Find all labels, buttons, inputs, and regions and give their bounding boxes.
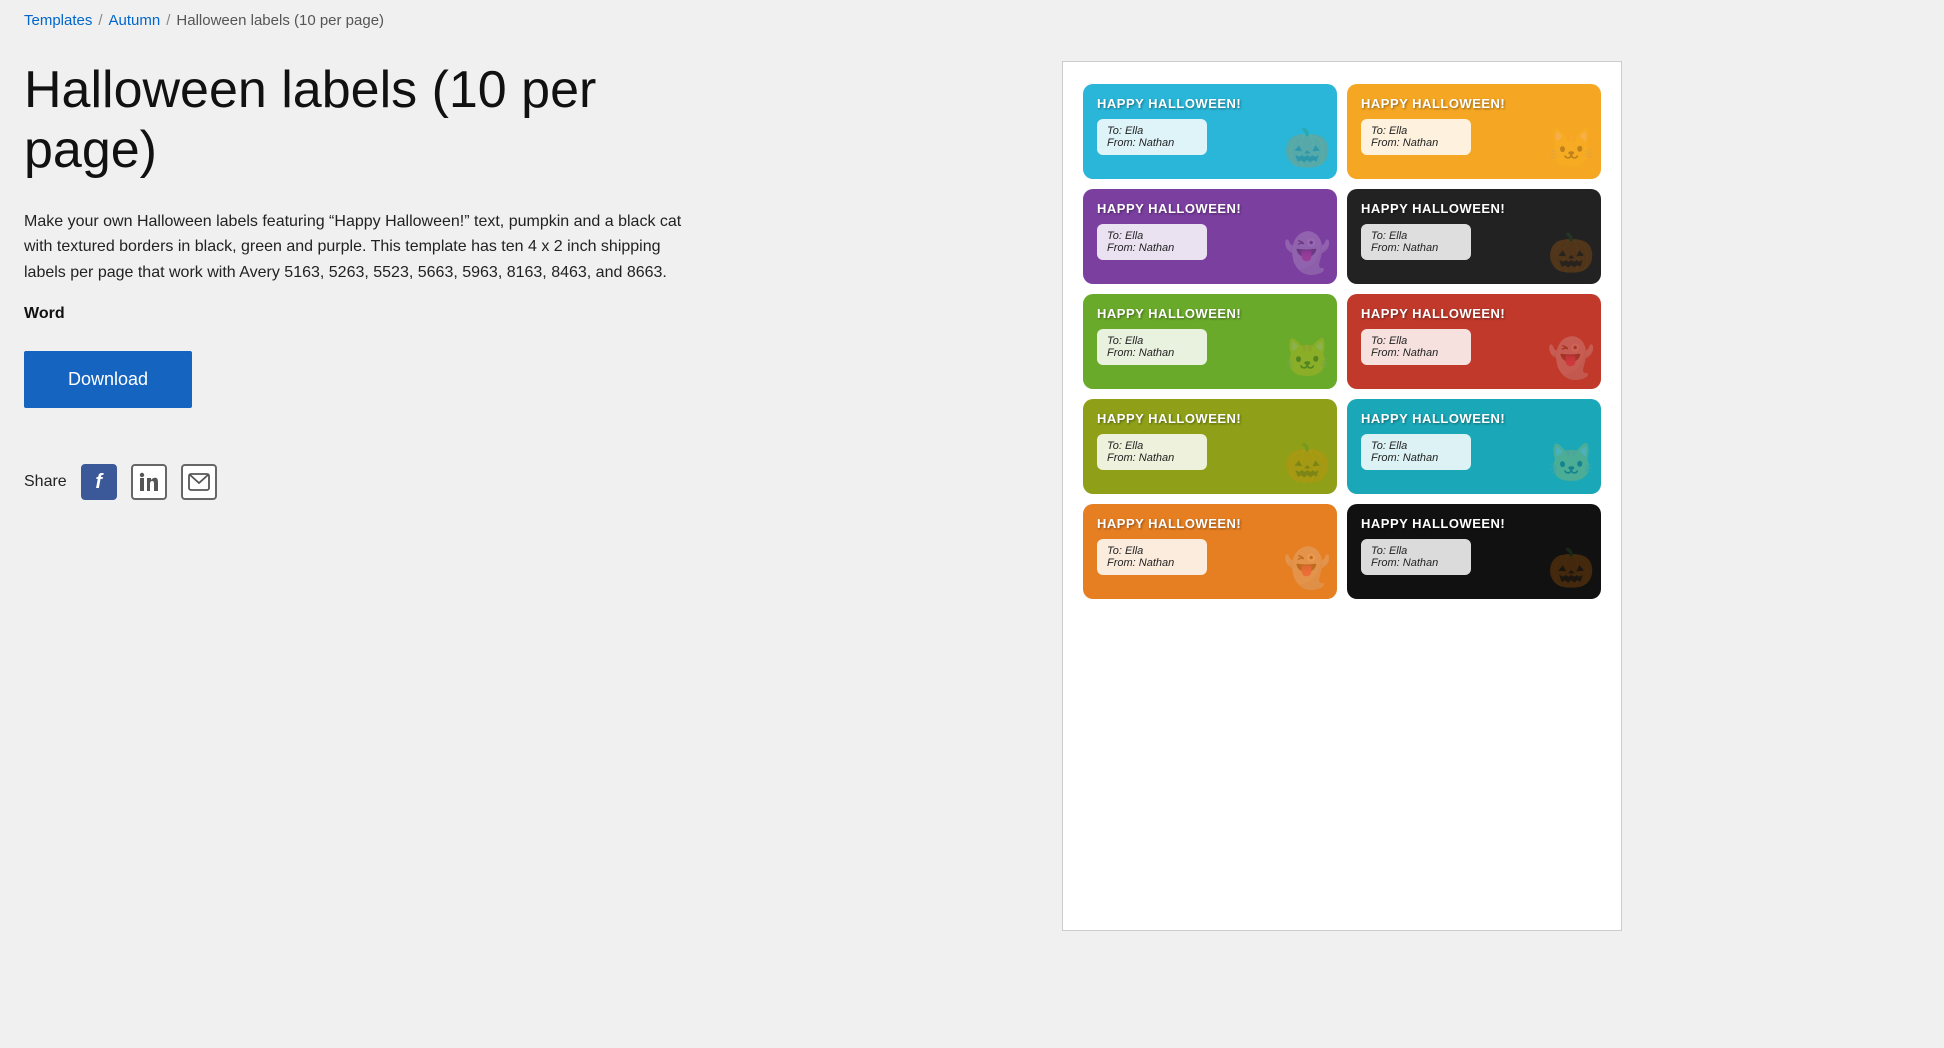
label-to-1: To: Ella — [1107, 125, 1197, 137]
deco-7: 🎃 — [1284, 442, 1331, 486]
label-inner-4: To: Ella From: Nathan — [1361, 224, 1471, 260]
breadcrumb-autumn[interactable]: Autumn — [109, 12, 161, 29]
label-inner-10: To: Ella From: Nathan — [1361, 539, 1471, 575]
label-to-2: To: Ella — [1371, 125, 1461, 137]
label-title-8: HAPPY HALLOWEEN! — [1361, 411, 1587, 426]
label-title-10: HAPPY HALLOWEEN! — [1361, 516, 1587, 531]
label-title-7: HAPPY HALLOWEEN! — [1097, 411, 1323, 426]
label-from-3: From: Nathan — [1107, 242, 1197, 254]
labels-preview: HAPPY HALLOWEEN! To: Ella From: Nathan 🎃… — [1062, 61, 1622, 931]
label-item-10: HAPPY HALLOWEEN! To: Ella From: Nathan 🎃 — [1347, 504, 1601, 599]
share-row: Share f — [24, 464, 704, 500]
label-from-7: From: Nathan — [1107, 452, 1197, 464]
label-inner-1: To: Ella From: Nathan — [1097, 119, 1207, 155]
label-inner-3: To: Ella From: Nathan — [1097, 224, 1207, 260]
linkedin-share-button[interactable] — [131, 464, 167, 500]
label-title-5: HAPPY HALLOWEEN! — [1097, 306, 1323, 321]
deco-10: 🎃 — [1548, 547, 1595, 591]
label-title-2: HAPPY HALLOWEEN! — [1361, 96, 1587, 111]
label-item-9: HAPPY HALLOWEEN! To: Ella From: Nathan 👻 — [1083, 504, 1337, 599]
label-inner-9: To: Ella From: Nathan — [1097, 539, 1207, 575]
facebook-share-button[interactable]: f — [81, 464, 117, 500]
label-to-9: To: Ella — [1107, 545, 1197, 557]
label-to-7: To: Ella — [1107, 440, 1197, 452]
deco-9: 👻 — [1284, 547, 1331, 591]
breadcrumb: Templates / Autumn / Halloween labels (1… — [24, 12, 1920, 29]
page-description: Make your own Halloween labels featuring… — [24, 209, 704, 286]
label-item-1: HAPPY HALLOWEEN! To: Ella From: Nathan 🎃 — [1083, 84, 1337, 179]
breadcrumb-current: Halloween labels (10 per page) — [176, 12, 384, 29]
label-from-6: From: Nathan — [1371, 347, 1461, 359]
label-title-1: HAPPY HALLOWEEN! — [1097, 96, 1323, 111]
label-item-6: HAPPY HALLOWEEN! To: Ella From: Nathan 👻 — [1347, 294, 1601, 389]
main-content: Halloween labels (10 per page) Make your… — [24, 61, 1920, 931]
label-inner-2: To: Ella From: Nathan — [1361, 119, 1471, 155]
label-to-6: To: Ella — [1371, 335, 1461, 347]
right-panel: HAPPY HALLOWEEN! To: Ella From: Nathan 🎃… — [764, 61, 1920, 931]
email-icon — [188, 473, 210, 491]
download-button[interactable]: Download — [24, 351, 192, 408]
label-title-6: HAPPY HALLOWEEN! — [1361, 306, 1587, 321]
label-title-9: HAPPY HALLOWEEN! — [1097, 516, 1323, 531]
deco-6: 👻 — [1548, 337, 1595, 381]
share-label: Share — [24, 473, 67, 491]
deco-3: 👻 — [1284, 232, 1331, 276]
email-share-button[interactable] — [181, 464, 217, 500]
label-from-1: From: Nathan — [1107, 137, 1197, 149]
label-item-4: HAPPY HALLOWEEN! To: Ella From: Nathan 🎃 — [1347, 189, 1601, 284]
labels-grid: HAPPY HALLOWEEN! To: Ella From: Nathan 🎃… — [1083, 84, 1601, 599]
label-item-7: HAPPY HALLOWEEN! To: Ella From: Nathan 🎃 — [1083, 399, 1337, 494]
breadcrumb-sep-1: / — [98, 12, 102, 29]
label-item-5: HAPPY HALLOWEEN! To: Ella From: Nathan 🐱 — [1083, 294, 1337, 389]
label-to-8: To: Ella — [1371, 440, 1461, 452]
deco-2: 🐱 — [1548, 127, 1595, 171]
label-item-8: HAPPY HALLOWEEN! To: Ella From: Nathan 🐱 — [1347, 399, 1601, 494]
breadcrumb-templates[interactable]: Templates — [24, 12, 92, 29]
page-title: Halloween labels (10 per page) — [24, 61, 704, 181]
label-inner-7: To: Ella From: Nathan — [1097, 434, 1207, 470]
file-type: Word — [24, 305, 704, 323]
deco-5: 🐱 — [1284, 337, 1331, 381]
label-title-3: HAPPY HALLOWEEN! — [1097, 201, 1323, 216]
breadcrumb-sep-2: / — [166, 12, 170, 29]
label-title-4: HAPPY HALLOWEEN! — [1361, 201, 1587, 216]
label-item-3: HAPPY HALLOWEEN! To: Ella From: Nathan 👻 — [1083, 189, 1337, 284]
label-from-10: From: Nathan — [1371, 557, 1461, 569]
label-inner-6: To: Ella From: Nathan — [1361, 329, 1471, 365]
label-to-10: To: Ella — [1371, 545, 1461, 557]
label-inner-5: To: Ella From: Nathan — [1097, 329, 1207, 365]
deco-4: 🎃 — [1548, 232, 1595, 276]
label-from-8: From: Nathan — [1371, 452, 1461, 464]
deco-1: 🎃 — [1284, 127, 1331, 171]
deco-8: 🐱 — [1548, 442, 1595, 486]
label-to-5: To: Ella — [1107, 335, 1197, 347]
label-inner-8: To: Ella From: Nathan — [1361, 434, 1471, 470]
label-item-2: HAPPY HALLOWEEN! To: Ella From: Nathan 🐱 — [1347, 84, 1601, 179]
left-panel: Halloween labels (10 per page) Make your… — [24, 61, 704, 500]
label-to-3: To: Ella — [1107, 230, 1197, 242]
label-from-9: From: Nathan — [1107, 557, 1197, 569]
label-from-2: From: Nathan — [1371, 137, 1461, 149]
linkedin-icon — [138, 471, 160, 493]
label-to-4: To: Ella — [1371, 230, 1461, 242]
label-from-5: From: Nathan — [1107, 347, 1197, 359]
label-from-4: From: Nathan — [1371, 242, 1461, 254]
